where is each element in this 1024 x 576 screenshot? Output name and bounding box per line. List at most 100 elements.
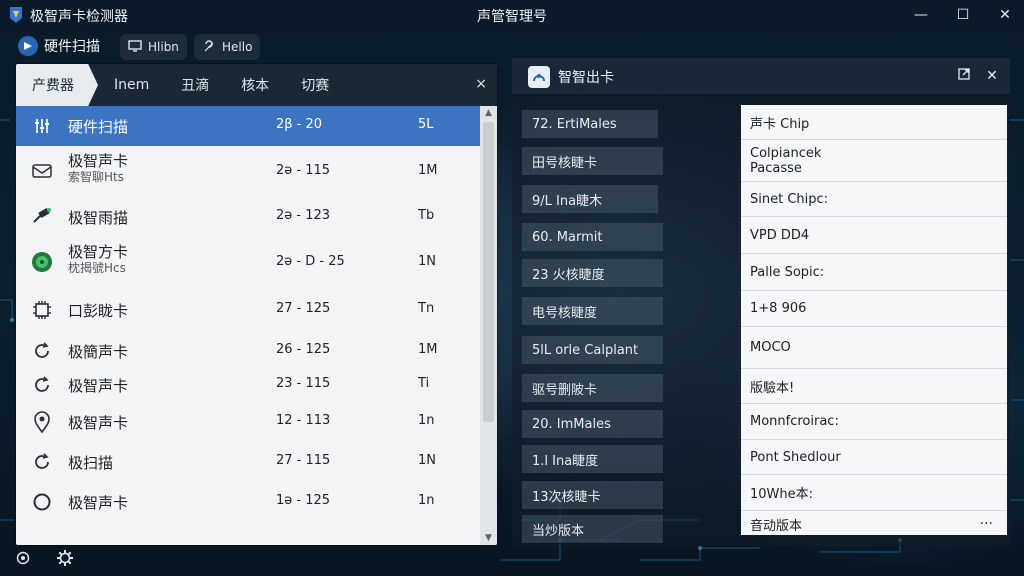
ring-icon	[30, 490, 54, 514]
tab-4[interactable]: 切赛	[285, 64, 345, 106]
row-7-name: 极智声卡	[68, 414, 129, 432]
detail-value-5: 1+8 906	[741, 291, 1007, 327]
row-4-name: 口彭眬卡	[68, 302, 129, 320]
detail-value-4: Palle Sopic:	[741, 254, 1007, 291]
list-row-3[interactable]: 极智方卡 枕揭號Hcs 2ə - D - 25 1N	[16, 238, 480, 286]
list-scrollbar[interactable]: ▲ ▼	[480, 106, 497, 545]
minimize-button[interactable]: —	[904, 4, 938, 26]
gear-button[interactable]	[56, 550, 74, 569]
row-5-unit: 1M	[418, 342, 438, 357]
refresh-icon	[30, 450, 54, 474]
detail-value-1-sub: Pacasse	[750, 160, 802, 176]
row-8-range: 27 - 115	[276, 453, 331, 468]
monitor-icon	[128, 39, 142, 55]
detail-label-10: 13次核睫卡	[522, 481, 663, 509]
detail-value-2: Sinet Chipc:	[741, 182, 1007, 217]
settings-icon	[15, 550, 31, 570]
row-3-range: 2ə - D - 25	[276, 254, 345, 269]
tab-0[interactable]: 产费器	[16, 64, 98, 106]
scroll-thumb[interactable]	[483, 122, 494, 422]
popout-button[interactable]	[954, 66, 974, 86]
tab-bar: 产费器 Inem 丑滴 核本 切赛 ×	[16, 64, 497, 106]
toolbar-button-2-label: Hello	[222, 40, 253, 54]
row-3-unit: 1N	[418, 254, 436, 269]
row-4-range: 27 - 125	[276, 301, 331, 316]
detail-label-11: 当炒版本	[522, 515, 663, 543]
list-row-7[interactable]: 极智声卡 12 - 113 1n	[16, 402, 480, 442]
row-0-name: 硬件扫描	[68, 118, 129, 136]
refresh-icon	[30, 339, 54, 363]
scroll-up-icon[interactable]: ▲	[480, 106, 497, 120]
hardware-scan-button[interactable]: 硬件扫描	[18, 36, 100, 56]
list-row-5[interactable]: 极簡声卡 26 - 125 1M	[16, 334, 480, 368]
chip-icon	[30, 298, 54, 322]
row-3-title: 极智方卡	[68, 243, 129, 261]
detail-value-8-text: Monnfcroirac:	[750, 414, 839, 429]
maximize-button[interactable]: ☐	[946, 4, 980, 26]
detail-value-1: Colpiancek Pacasse	[741, 140, 1007, 182]
satellite-icon	[30, 204, 54, 228]
row-5-name: 极簡声卡	[68, 343, 129, 361]
details-header: 智智出卡 ✕	[512, 58, 1010, 94]
detail-value-7-text: 版驗本!	[750, 380, 795, 396]
title-bar: 极智声卡检测器 声管智理号 — ☐ ✕	[0, 0, 1024, 30]
minimize-icon: —	[914, 7, 928, 23]
green-disc-icon	[30, 250, 54, 274]
detail-value-9-text: Pont Shedlour	[750, 449, 841, 465]
popout-icon	[958, 68, 970, 84]
detail-label-4: 23 火核睫度	[522, 259, 663, 287]
detail-value-7: 版驗本!	[741, 369, 1007, 404]
window-center-title: 声管智理号	[477, 9, 547, 25]
maximize-icon: ☐	[956, 7, 970, 23]
sliders-icon	[30, 114, 54, 138]
tab-4-label: 切赛	[301, 78, 330, 94]
row-2-name: 极智雨描	[68, 209, 129, 227]
list-row-1[interactable]: 极智声卡 索智聊Hts 2ə - 115 1M	[16, 148, 480, 194]
detail-label-8: 20. ImMales	[522, 410, 663, 438]
tab-3[interactable]: 核本	[225, 64, 285, 106]
details-title: 智智出卡	[558, 70, 614, 86]
details-logo-icon	[528, 66, 550, 88]
panel-close-button[interactable]: ×	[475, 76, 487, 92]
detail-label-2: 9/L Ina睫木	[522, 185, 658, 213]
tab-1-label: Inem	[114, 77, 150, 93]
detail-value-8: Monnfcroirac:	[741, 404, 1007, 440]
detail-label-0: 72. ErtiMales	[522, 110, 658, 138]
toolbar-button-1[interactable]: Hlibn	[120, 34, 187, 60]
detail-value-1-text: Colpiancek	[750, 145, 822, 161]
detail-label-9: 1.l Ina睫度	[522, 445, 663, 473]
row-9-name: 极智声卡	[68, 494, 129, 512]
detail-value-9: Pont Shedlour	[741, 440, 1007, 475]
row-2-range: 2ə - 123	[276, 208, 331, 223]
row-9-unit: 1n	[418, 493, 435, 508]
detail-label-6: 5lL orle Calplant	[522, 336, 663, 364]
row-1-unit: 1M	[418, 163, 438, 178]
device-list: 硬件扫描 2β - 20 5L 极智声卡 索智聊Hts 2ə - 115 1M …	[16, 106, 480, 545]
list-row-4[interactable]: 口彭眬卡 27 - 125 Tn	[16, 290, 480, 330]
settings-button[interactable]	[14, 551, 32, 569]
list-row-6[interactable]: 极智声卡 23 - 115 Ti	[16, 368, 480, 402]
list-row-8[interactable]: 极扫描 27 - 115 1N	[16, 442, 480, 482]
device-list-panel: 产费器 Inem 丑滴 核本 切赛 × 硬件扫描 2β - 20 5L 极智声卡…	[16, 64, 497, 545]
list-row-9[interactable]: 极智声卡 1ə - 125 1n	[16, 482, 480, 522]
row-4-unit: Tn	[418, 301, 435, 316]
detail-value-10-text: 10Whe本:	[750, 487, 814, 502]
tab-0-label: 产费器	[32, 78, 74, 94]
close-icon: ✕	[999, 7, 1011, 23]
more-options-icon[interactable]: ···	[980, 516, 993, 532]
envelope-icon	[30, 159, 54, 183]
list-row-2[interactable]: 极智雨描 2ə - 123 Tb	[16, 196, 480, 236]
scroll-down-icon[interactable]: ▼	[480, 531, 497, 545]
list-row-0[interactable]: 硬件扫描 2β - 20 5L	[16, 106, 480, 146]
toolbar-button-2[interactable]: Hello	[194, 34, 261, 60]
detail-value-11-text: 音动版本	[750, 518, 803, 534]
row-3-subtitle: 枕揭號Hcs	[68, 261, 126, 275]
tab-1[interactable]: Inem	[98, 64, 165, 106]
details-close-button[interactable]: ✕	[982, 66, 1002, 86]
row-9-range: 1ə - 125	[276, 493, 331, 508]
close-window-button[interactable]: ✕	[988, 4, 1022, 26]
scan-logo-icon	[18, 36, 38, 56]
help-icon	[202, 39, 216, 56]
detail-value-10: 10Whe本:	[741, 475, 1007, 511]
tab-2[interactable]: 丑滴	[165, 64, 225, 106]
